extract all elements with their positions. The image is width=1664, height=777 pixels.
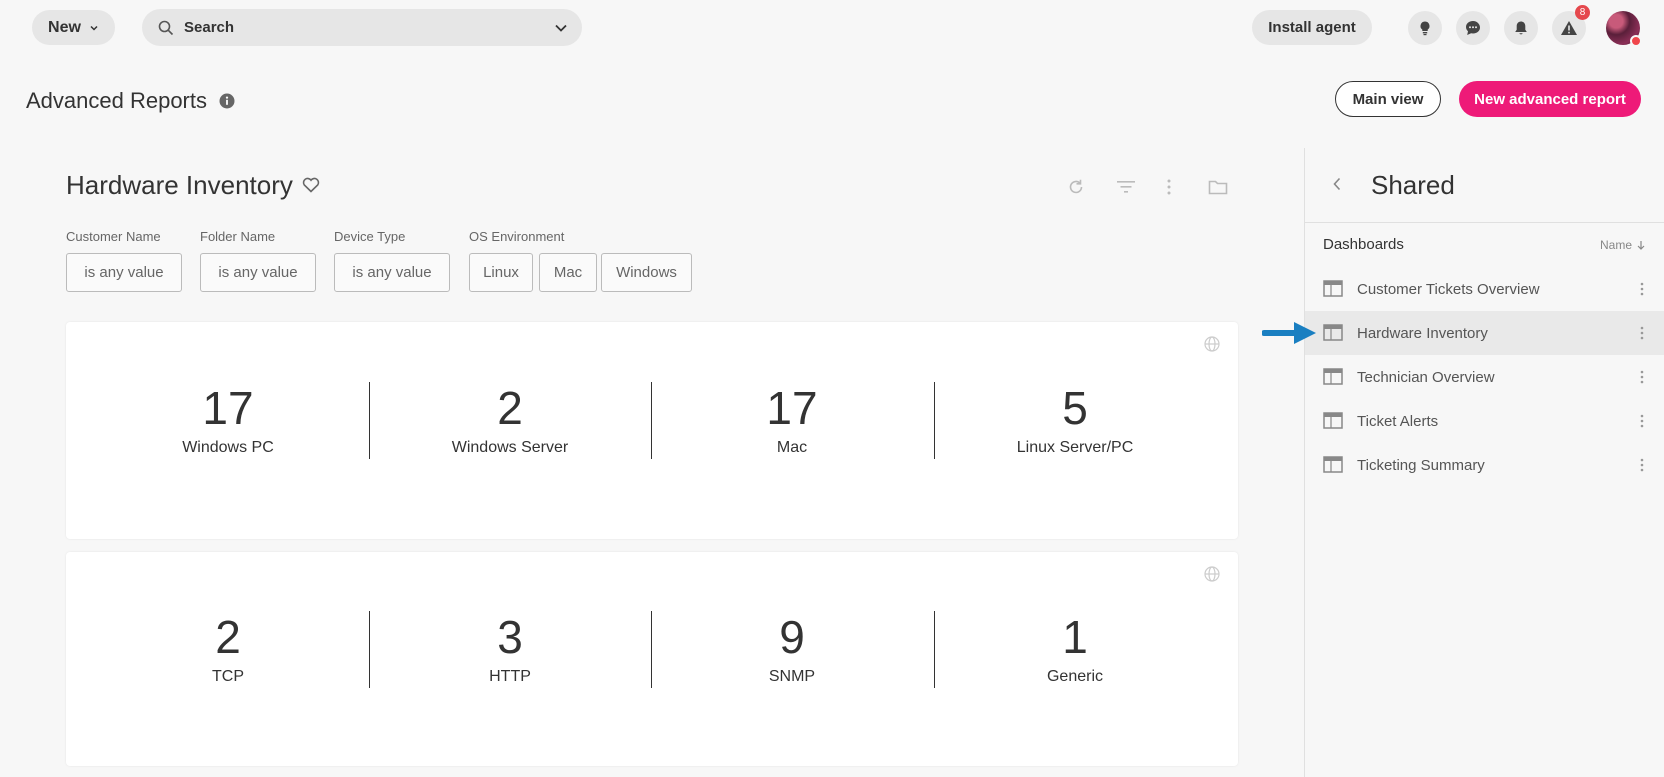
folder-icon[interactable] xyxy=(1208,178,1228,196)
metric-http: 3 HTTP xyxy=(369,614,651,686)
alerts-badge: 8 xyxy=(1575,5,1590,20)
more-vertical-icon[interactable] xyxy=(1163,178,1175,196)
filter-label-folder-name: Folder Name xyxy=(200,229,276,244)
avatar[interactable] xyxy=(1606,11,1642,47)
globe-icon[interactable] xyxy=(1204,336,1220,352)
arrow-down-icon xyxy=(1637,241,1645,250)
top-bar: New Search Install agent 8 xyxy=(0,0,1664,56)
search-icon xyxy=(158,20,174,35)
dashboard-icon xyxy=(1323,412,1343,429)
dashboard-icon xyxy=(1323,368,1343,385)
chevron-down-icon xyxy=(90,25,98,31)
metric-windows-pc: 17 Windows PC xyxy=(87,385,369,457)
new-button-label: New xyxy=(48,18,81,36)
metric-value: 2 xyxy=(215,611,241,663)
dashboard-item-label: Customer Tickets Overview xyxy=(1357,280,1540,298)
metric-label: Windows PC xyxy=(182,439,274,456)
install-agent-button[interactable]: Install agent xyxy=(1252,10,1372,45)
refresh-icon[interactable] xyxy=(1067,178,1085,196)
new-advanced-report-button[interactable]: New advanced report xyxy=(1459,81,1641,117)
filter-label-os-environment: OS Environment xyxy=(469,229,565,244)
metric-generic: 1 Generic xyxy=(934,614,1216,686)
metric-value: 1 xyxy=(1062,611,1088,663)
more-vertical-icon[interactable] xyxy=(1639,413,1645,429)
pointer-arrow-icon xyxy=(1262,322,1316,344)
new-button[interactable]: New xyxy=(32,10,115,45)
more-vertical-icon[interactable] xyxy=(1639,281,1645,297)
metric-mac: 17 Mac xyxy=(651,385,933,457)
metric-value: 2 xyxy=(497,382,523,434)
metric-label: HTTP xyxy=(489,668,531,685)
filter-os-windows[interactable]: Windows xyxy=(601,253,692,292)
metrics-card-checks: 2 TCP 3 HTTP 9 SNMP 1 Generic xyxy=(66,552,1238,766)
metric-label: TCP xyxy=(212,668,244,685)
filter-device-type[interactable]: is any value xyxy=(334,253,450,292)
metric-snmp: 9 SNMP xyxy=(651,614,933,686)
dashboard-item-hardware-inventory[interactable]: Hardware Inventory xyxy=(1305,311,1664,355)
panel-title: Shared xyxy=(1371,170,1455,200)
dashboard-item-label: Hardware Inventory xyxy=(1357,324,1488,342)
section-label: Dashboards xyxy=(1323,236,1404,253)
metric-label: SNMP xyxy=(768,668,816,685)
metric-tcp: 2 TCP xyxy=(87,614,369,686)
bell-icon[interactable] xyxy=(1504,11,1538,45)
dashboard-icon xyxy=(1323,280,1343,297)
dashboard-icon xyxy=(1323,324,1343,341)
metric-value: 9 xyxy=(779,611,805,663)
metric-value: 17 xyxy=(766,382,818,434)
metric-label: Linux Server/PC xyxy=(1016,439,1134,456)
more-vertical-icon[interactable] xyxy=(1639,369,1645,385)
filter-folder-name[interactable]: is any value xyxy=(200,253,316,292)
metric-label: Mac xyxy=(776,439,808,456)
heart-icon[interactable] xyxy=(302,177,320,193)
metric-value: 3 xyxy=(497,611,523,663)
more-vertical-icon[interactable] xyxy=(1639,457,1645,473)
sort-label: Name xyxy=(1599,238,1632,252)
chevron-down-icon[interactable] xyxy=(554,21,568,35)
search-label: Search xyxy=(184,19,235,36)
shared-panel: Shared Dashboards Name Customer Tickets … xyxy=(1304,148,1664,777)
filter-customer-name[interactable]: is any value xyxy=(66,253,182,292)
metric-windows-server: 2 Windows Server xyxy=(369,385,651,457)
metric-value: 5 xyxy=(1062,382,1088,434)
chevron-left-icon[interactable] xyxy=(1331,176,1343,192)
alert-triangle-icon[interactable]: 8 xyxy=(1552,5,1590,45)
filter-label-device-type: Device Type xyxy=(334,229,406,244)
filter-os-linux[interactable]: Linux xyxy=(469,253,533,292)
metric-value: 17 xyxy=(202,382,254,434)
metric-linux: 5 Linux Server/PC xyxy=(934,385,1216,457)
page-title: Advanced Reports xyxy=(26,88,207,113)
filter-icon[interactable] xyxy=(1116,178,1136,196)
search-bar[interactable]: Search xyxy=(142,9,582,46)
globe-icon[interactable] xyxy=(1204,566,1220,582)
info-icon[interactable] xyxy=(219,93,235,109)
dashboard-item-customer-tickets-overview[interactable]: Customer Tickets Overview xyxy=(1305,267,1664,311)
metric-label: Generic xyxy=(1046,668,1104,685)
metrics-card-os: 17 Windows PC 2 Windows Server 17 Mac 5 … xyxy=(66,322,1238,539)
main-view-button[interactable]: Main view xyxy=(1335,81,1441,117)
status-dot xyxy=(1630,35,1642,47)
filter-label-customer-name: Customer Name xyxy=(66,229,161,244)
chat-icon[interactable] xyxy=(1456,11,1490,45)
sort-control[interactable]: Name xyxy=(1600,238,1646,252)
filter-os-mac[interactable]: Mac xyxy=(539,253,597,292)
more-vertical-icon[interactable] xyxy=(1639,325,1645,341)
dashboard-icon xyxy=(1323,456,1343,473)
dashboard-item-label: Ticketing Summary xyxy=(1357,456,1485,474)
panel-header: Shared xyxy=(1305,148,1664,223)
metric-label: Windows Server xyxy=(451,439,569,456)
dashboard-title: Hardware Inventory xyxy=(66,170,293,200)
dashboard-item-technician-overview[interactable]: Technician Overview xyxy=(1305,355,1664,399)
dashboard-item-ticket-alerts[interactable]: Ticket Alerts xyxy=(1305,399,1664,443)
lightbulb-icon[interactable] xyxy=(1408,11,1442,45)
dashboard-item-label: Ticket Alerts xyxy=(1357,412,1439,430)
dashboard-item-ticketing-summary[interactable]: Ticketing Summary xyxy=(1305,443,1664,487)
dashboard-item-label: Technician Overview xyxy=(1357,368,1495,386)
